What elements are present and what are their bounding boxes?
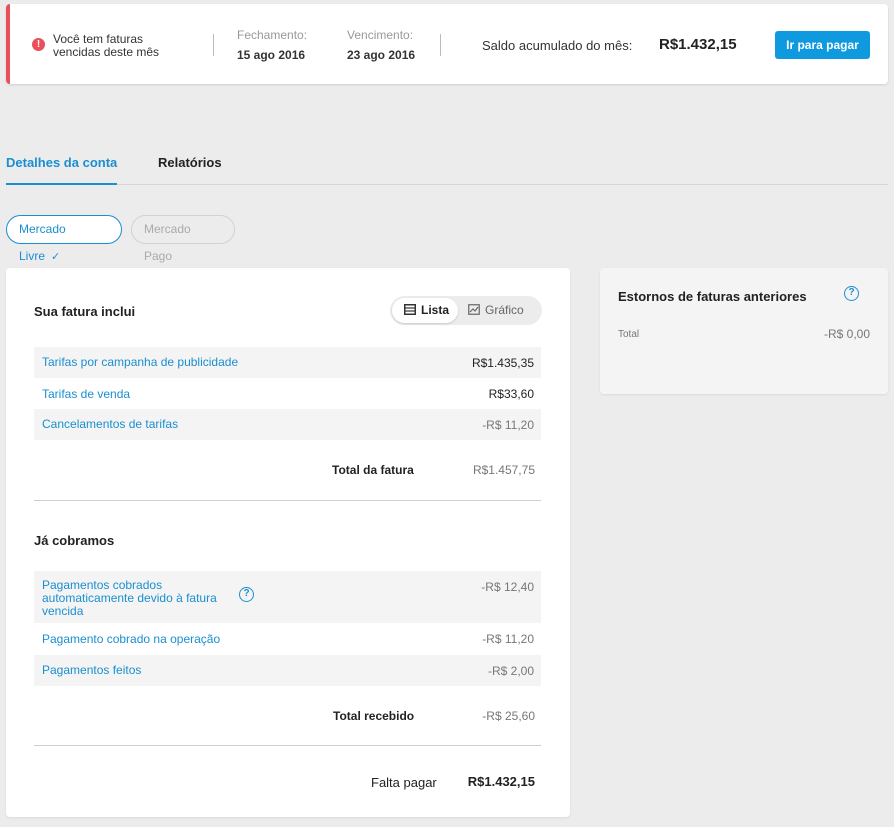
help-icon[interactable]: ? <box>239 587 254 602</box>
list-view-button[interactable]: Lista <box>392 298 458 323</box>
list-item: Pagamentos cobrados automaticamente devi… <box>34 571 541 623</box>
remaining-label: Falta pagar <box>371 775 437 790</box>
remaining-value: R$1.432,15 <box>467 774 535 789</box>
divider <box>213 34 214 56</box>
balance-value: R$1.432,15 <box>659 36 737 53</box>
list-view-label: Lista <box>421 303 450 317</box>
due-date-block: Vencimento: 23 ago 2016 <box>347 28 415 62</box>
tab-reports[interactable]: Relatórios <box>158 155 222 183</box>
invoice-section-title: Sua fatura inclui <box>34 304 136 319</box>
invoice-total-value: R$1.457,75 <box>472 463 535 477</box>
item-link[interactable]: Pagamentos feitos <box>42 664 141 677</box>
item-value: -R$ 11,20 <box>482 632 534 646</box>
divider <box>34 500 541 501</box>
item-link[interactable]: Pagamentos cobrados automaticamente devi… <box>42 579 242 618</box>
refunds-card: Estornos de faturas anteriores ? Total -… <box>600 268 888 394</box>
alert-icon: ! <box>32 38 45 51</box>
refunds-total-value: -R$ 0,00 <box>823 327 870 341</box>
chart-view-label: Gráfico <box>485 303 524 317</box>
balance-label: Saldo acumulado do mês: <box>482 38 633 53</box>
item-value: R$1.435,35 <box>471 356 534 370</box>
item-value: -R$ 11,20 <box>482 418 534 432</box>
list-item: Pagamento cobrado na operação -R$ 11,20 <box>34 623 541 655</box>
received-total-label: Total recebido <box>333 709 415 723</box>
due-date: 23 ago 2016 <box>347 48 416 62</box>
closing-date-block: Fechamento: 15 ago 2016 <box>237 28 307 62</box>
tab-bar: Detalhes da conta Relatórios <box>6 150 888 185</box>
chart-icon <box>468 304 480 316</box>
divider <box>34 745 541 746</box>
closing-label: Fechamento: <box>237 28 308 42</box>
list-item: Cancelamentos de tarifas -R$ 11,20 <box>34 409 541 440</box>
overdue-alert-text: Você tem faturas vencidas deste mês <box>53 32 160 59</box>
chart-view-button[interactable]: Gráfico <box>468 298 524 323</box>
check-icon: ✓ <box>51 251 61 263</box>
item-link[interactable]: Tarifas de venda <box>42 388 130 401</box>
invoice-card: Sua fatura inclui Lista Gráfico Tarifas … <box>6 268 570 817</box>
list-icon <box>404 304 416 316</box>
chip-label: Mercado Pago <box>144 222 191 263</box>
help-icon[interactable]: ? <box>844 286 859 301</box>
tab-account-details[interactable]: Detalhes da conta <box>6 155 118 185</box>
list-item: Tarifas de venda R$33,60 <box>34 378 541 409</box>
received-total-value: -R$ 25,60 <box>482 709 535 723</box>
refunds-total-label: Total <box>618 329 640 340</box>
refunds-title: Estornos de faturas anteriores <box>618 289 807 304</box>
filter-chip-mercado-pago[interactable]: Mercado Pago <box>131 215 235 263</box>
item-link[interactable]: Cancelamentos de tarifas <box>42 418 178 431</box>
list-item: Tarifas por campanha de publicidade R$1.… <box>34 347 541 378</box>
item-value: -R$ 2,00 <box>487 664 534 678</box>
closing-date: 15 ago 2016 <box>237 48 306 62</box>
divider <box>440 34 441 56</box>
charged-section-title: Já cobramos <box>34 533 115 548</box>
item-link[interactable]: Pagamento cobrado na operação <box>42 633 220 646</box>
due-label: Vencimento: <box>347 28 414 42</box>
pay-button[interactable]: Ir para pagar <box>775 31 870 59</box>
view-toggle: Lista Gráfico <box>390 296 542 325</box>
item-value: R$33,60 <box>488 387 534 401</box>
item-value: -R$ 12,40 <box>481 580 534 594</box>
list-item: Pagamentos feitos -R$ 2,00 <box>34 655 541 686</box>
invoice-total-label: Total da fatura <box>332 463 414 477</box>
item-link[interactable]: Tarifas por campanha de publicidade <box>42 356 238 369</box>
invoice-summary-bar: ! Você tem faturas vencidas deste mês Fe… <box>6 4 888 84</box>
filter-chip-mercado-livre[interactable]: Mercado Livre ✓ <box>6 215 122 263</box>
